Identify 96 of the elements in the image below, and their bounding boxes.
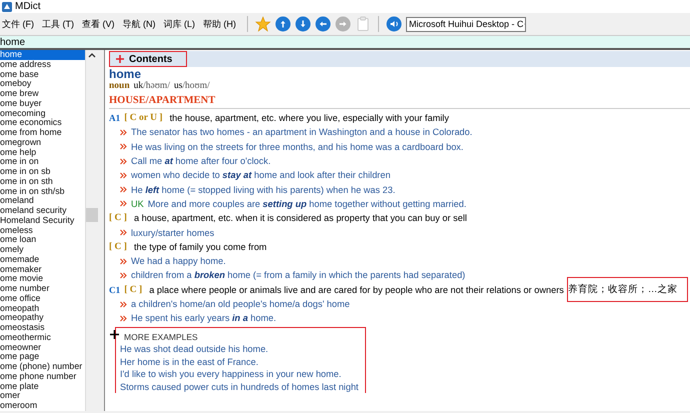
menu-item[interactable]: 词库 (L) xyxy=(162,18,201,30)
example-sentence: I'd like to wish you every happiness in your new home. xyxy=(120,368,342,381)
double-chevron-icon xyxy=(120,200,127,208)
word-list-item[interactable]: omeboy xyxy=(0,79,85,89)
translation: 养育院；收容所；…之家 xyxy=(568,278,688,302)
example-sentence: More and more couples are setting up home together without getting married. xyxy=(148,198,466,209)
grammar-label: [ C ] xyxy=(109,242,127,252)
window-title: MDict xyxy=(15,1,41,12)
star-icon[interactable] xyxy=(255,16,271,32)
example-sentence: a children's home/an old people's home/a dogs' home xyxy=(131,299,350,309)
word-list-item[interactable]: ome number xyxy=(0,284,85,294)
word-list-item[interactable]: omeland xyxy=(0,196,85,206)
word-list-item[interactable]: omeopath xyxy=(0,304,85,314)
word-list-item[interactable]: ome address xyxy=(0,60,85,70)
word-list-item[interactable]: ome in on xyxy=(0,157,85,167)
example-sentence: The senator has two homes - an apartment in Washington and a house in Colorado. xyxy=(131,127,472,138)
section-heading: HOUSE/APARTMENT xyxy=(109,92,690,109)
example-sentence: He spent his early years in a home. xyxy=(131,313,276,324)
word-list-item[interactable]: ome brew xyxy=(0,89,85,99)
grammar-label: [ C ] xyxy=(124,284,142,295)
double-chevron-icon xyxy=(120,128,127,136)
pronunciation: uk/həʊm/ xyxy=(134,81,170,92)
word-list-item[interactable]: omeroom xyxy=(0,401,85,411)
pronunciation: us/hoʊm/ xyxy=(174,81,210,92)
contents-button[interactable]: Contents xyxy=(109,51,188,67)
example-sentence: Call me at home after four o'clock. xyxy=(131,156,271,166)
scroll-thumb[interactable] xyxy=(86,208,98,222)
double-chevron-icon xyxy=(120,258,127,265)
double-chevron-icon xyxy=(120,186,127,194)
word-list-item[interactable]: omemade xyxy=(0,254,85,264)
menu-item[interactable]: 查看 (V) xyxy=(80,18,120,30)
menu-item[interactable]: 工具 (T) xyxy=(40,18,80,30)
double-chevron-icon xyxy=(120,229,127,236)
word-list-item[interactable]: ome help xyxy=(0,148,85,158)
headword: home xyxy=(109,68,142,81)
example-sentence: Storms caused power cuts in hundreds of homes last night xyxy=(120,380,360,394)
word-list-item[interactable]: omecoming xyxy=(0,108,85,118)
example-sentence: Her home is in the east of France. xyxy=(120,356,260,368)
word-list-item[interactable]: ome (phone) number xyxy=(0,362,85,372)
part-of-speech: noun xyxy=(109,81,130,92)
word-list-item[interactable]: omely xyxy=(0,245,85,255)
example-sentence: women who decide to stay at home and look after their children xyxy=(131,170,390,180)
word-list-item[interactable]: ome phone number xyxy=(0,372,85,382)
plus-icon xyxy=(116,55,124,63)
word-list-item[interactable]: home xyxy=(0,50,85,60)
definition: the type of family you come from xyxy=(134,242,267,252)
word-list-item[interactable]: ome in on sth/sb xyxy=(0,186,85,196)
word-list-item[interactable]: ome movie xyxy=(0,274,85,284)
word-list-item[interactable]: ome in on sth xyxy=(0,176,85,186)
double-chevron-icon xyxy=(120,143,127,150)
word-list-item[interactable]: omegrown xyxy=(0,138,85,148)
level-label: A1 xyxy=(109,113,120,124)
word-list-item[interactable]: omemaker xyxy=(0,264,85,274)
level-label: C1 xyxy=(109,284,120,295)
word-list-item[interactable]: ome in on sb xyxy=(0,167,85,177)
definition: a place where people or animals live and are cared for by people who are not their relations or owners xyxy=(149,284,564,295)
word-list-item[interactable]: ome page xyxy=(0,352,85,362)
word-list-item[interactable]: omeowner xyxy=(0,342,85,352)
word-list-item[interactable]: Homeland Security xyxy=(0,216,85,226)
example-sentence: He was living on the streets for three months, and his home was a cardboard box. xyxy=(131,142,464,152)
double-chevron-icon xyxy=(120,158,127,165)
word-list-item[interactable]: ome buyer xyxy=(0,98,85,108)
word-list-item[interactable]: ome economics xyxy=(0,118,85,128)
menu-item[interactable]: 导航 (N) xyxy=(120,18,162,30)
grammar-label: [ C ] xyxy=(109,213,127,224)
word-list-item[interactable]: omeostasis xyxy=(0,323,85,333)
menu-item[interactable]: 文件 (F) xyxy=(0,18,40,30)
double-chevron-icon xyxy=(120,172,127,179)
word-list-item[interactable]: ome loan xyxy=(0,235,85,245)
example-sentence: luxury/starter homes xyxy=(131,228,214,238)
example-sentence: He left home (= stopped living with his parents) when he was 23. xyxy=(131,184,396,195)
word-list-item[interactable]: omeothermic xyxy=(0,332,85,342)
search-field[interactable]: home xyxy=(0,36,26,48)
word-list-item[interactable]: ome office xyxy=(0,294,85,304)
example-sentence: children from a broken home (= from a family in which the parents had separated) xyxy=(131,270,466,280)
definition: a house, apartment, etc. when it is considered as property that you can buy or sell xyxy=(134,213,467,224)
word-list-item[interactable]: ome base xyxy=(0,70,85,80)
menu-item[interactable]: 帮助 (H) xyxy=(201,18,242,30)
word-list-item[interactable]: ome from home xyxy=(0,128,85,138)
region-label: UK xyxy=(131,198,144,209)
double-chevron-icon xyxy=(120,272,127,279)
double-chevron-icon xyxy=(120,314,127,322)
voice-dropdown[interactable]: Microsoft Huihui Desktop - C xyxy=(406,16,526,32)
more-examples-title: MORE EXAMPLES xyxy=(124,332,199,342)
word-list-item[interactable]: ome plate xyxy=(0,382,85,392)
plus-icon[interactable] xyxy=(110,330,119,340)
example-sentence: We had a happy home. xyxy=(131,256,226,266)
speaker-icon[interactable] xyxy=(386,16,402,32)
grammar-label: [ C or U ] xyxy=(124,113,163,124)
word-list-item[interactable]: omeless xyxy=(0,226,85,236)
word-list-item[interactable]: omeland security xyxy=(0,206,85,216)
word-list-item[interactable]: omer xyxy=(0,391,85,401)
example-sentence: He was shot dead outside his home. xyxy=(120,343,270,356)
double-chevron-icon xyxy=(120,300,127,308)
definition: the house, apartment, etc. where you live, especially with your family xyxy=(170,113,449,124)
word-list-item[interactable]: omeopathy xyxy=(0,313,85,323)
